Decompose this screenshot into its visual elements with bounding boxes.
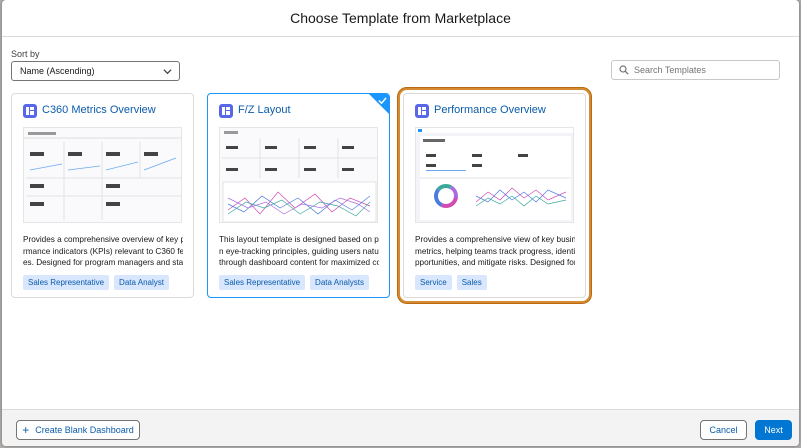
card-title: F/Z Layout [238, 104, 291, 116]
sort-value: Name (Ascending) [20, 66, 95, 76]
modal-title: Choose Template from Marketplace [290, 10, 511, 26]
template-preview [23, 127, 182, 223]
create-blank-dashboard-label: Create Blank Dashboard [35, 425, 134, 435]
check-icon [378, 97, 387, 105]
dashboard-icon [219, 104, 233, 118]
template-modal: Choose Template from Marketplace Sort by… [2, 0, 799, 446]
card-tags: Sales Representative Data Analyst [23, 275, 169, 290]
template-preview [415, 127, 574, 223]
tag: Sales Representative [23, 275, 110, 290]
chevron-down-icon [163, 69, 172, 75]
tag: Service [415, 275, 452, 290]
plus-icon: + [22, 423, 30, 437]
template-preview [219, 127, 378, 223]
sort-select[interactable]: Name (Ascending) [11, 61, 180, 81]
template-card-c360[interactable]: C360 Metrics Overview Provides a compreh… [11, 93, 194, 298]
modal-header: Choose Template from Marketplace [2, 0, 799, 37]
cancel-button[interactable]: Cancel [700, 420, 747, 440]
card-tags: Sales Representative Data Analysts [219, 275, 369, 290]
next-button[interactable]: Next [755, 420, 792, 440]
card-description: This layout template is designed based o… [219, 235, 379, 267]
tag: Sales Representative [219, 275, 306, 290]
tag: Data Analysts [310, 275, 369, 290]
card-description: Provides a comprehensive view of key bus… [415, 235, 575, 267]
search-icon [619, 65, 629, 75]
dashboard-icon [23, 104, 37, 118]
template-card-fz-layout[interactable]: F/Z Layout This layout template is desig… [207, 93, 390, 298]
create-blank-dashboard-button[interactable]: + Create Blank Dashboard [16, 420, 140, 440]
card-tags: Service Sales [415, 275, 487, 290]
search-box[interactable] [611, 60, 780, 80]
card-title: C360 Metrics Overview [42, 104, 156, 116]
sort-label: Sort by [11, 49, 40, 59]
dashboard-icon [415, 104, 429, 118]
modal-footer: + Create Blank Dashboard Cancel Next [2, 409, 799, 446]
card-title: Performance Overview [434, 104, 546, 116]
card-description: Provides a comprehensive overview of key… [23, 235, 183, 267]
template-card-performance-overview[interactable]: Performance Overview Provides a comprehe… [403, 93, 586, 298]
search-input[interactable] [634, 65, 774, 75]
tag: Sales [456, 275, 487, 290]
tag: Data Analyst [114, 275, 169, 290]
